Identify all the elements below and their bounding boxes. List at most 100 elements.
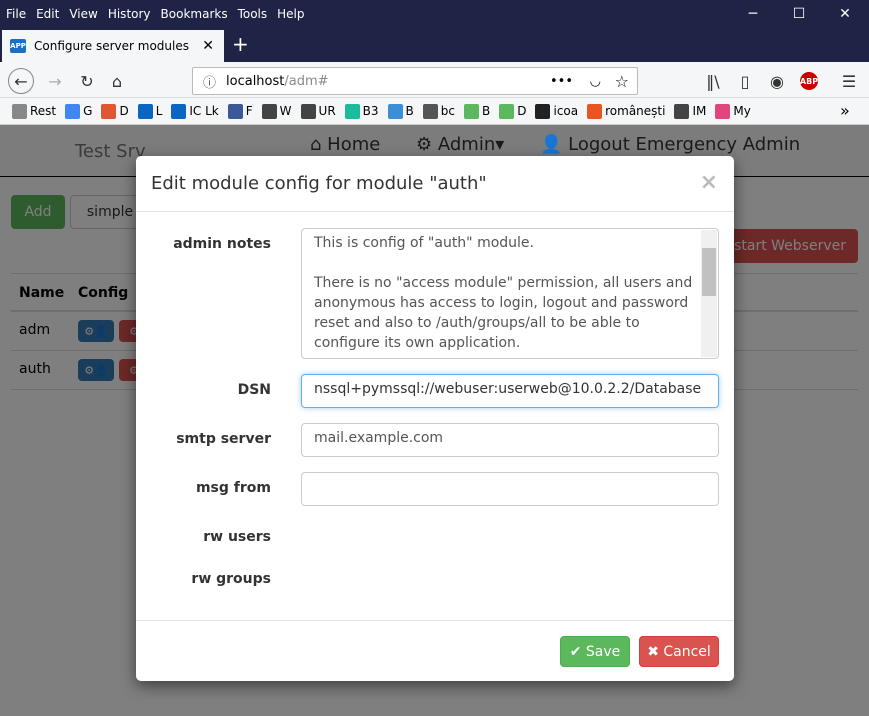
close-window-button[interactable]: ✕	[822, 0, 868, 28]
bookmark-label: UR	[318, 104, 336, 118]
more-icon[interactable]: •••	[550, 74, 573, 89]
nav-home[interactable]: ⌂ Home	[310, 135, 380, 155]
tab-close-icon[interactable]: ✕	[202, 38, 214, 54]
facebook-icon	[227, 103, 243, 119]
menu-bookmarks[interactable]: Bookmarks	[161, 7, 228, 21]
cancel-label: Cancel	[663, 643, 711, 660]
nav-logout[interactable]: 👤 Logout Emergency Admin	[540, 135, 800, 155]
bookmark-globe[interactable]: IM	[674, 103, 707, 119]
bookmarks-overflow-icon[interactable]: »	[840, 101, 850, 120]
new-tab-icon[interactable]: +	[232, 32, 249, 56]
menu-view[interactable]: View	[69, 7, 97, 21]
tab-configure[interactable]: APP Configure server modules ✕	[2, 30, 224, 62]
bookmark-label: icoa	[553, 104, 579, 118]
rw-users-label: rw users	[203, 529, 271, 545]
bookmark-b[interactable]: B	[387, 103, 414, 119]
bookmark-label: Rest	[30, 104, 57, 118]
back-icon[interactable]: ←	[8, 68, 34, 94]
globe-icon	[261, 103, 277, 119]
app-icon: APP	[10, 39, 26, 53]
nav-admin-label: Admin	[437, 134, 496, 155]
bookmark-label: D	[517, 104, 527, 118]
menu-tools[interactable]: Tools	[238, 7, 268, 21]
msg-from-input[interactable]	[301, 472, 719, 506]
b-icon	[387, 103, 403, 119]
bookmark-label: D	[119, 104, 129, 118]
reload-icon[interactable]: ↻	[74, 68, 100, 94]
bookmark-duckduckgo[interactable]: D	[101, 103, 129, 119]
tab-title: Configure server modules	[34, 39, 189, 53]
bookmark-globe[interactable]: UR	[300, 103, 336, 119]
smtp-server-input[interactable]: mail.example.com	[301, 423, 719, 457]
bookmark-label: G	[83, 104, 93, 118]
bookmark-folder[interactable]: Rest	[12, 103, 57, 119]
bookmark-google[interactable]: G	[65, 103, 93, 119]
save-button[interactable]: ✔ Save	[560, 636, 630, 667]
scrollbar[interactable]	[701, 230, 717, 357]
menu-help[interactable]: Help	[277, 7, 304, 21]
admin-notes-text: This is config of "auth" module. There is…	[314, 235, 693, 351]
bookmark-label: românești	[605, 104, 666, 118]
bookmark-w3[interactable]: D	[499, 103, 527, 119]
nav-bar: ← → ↻ ⌂ ⓘ localhost/adm# ••• ◡ ☆ ‖\ ▯ ◉ …	[0, 62, 869, 98]
bookmark-label: IC Lk	[189, 104, 219, 118]
cancel-button[interactable]: ✖ Cancel	[639, 636, 719, 667]
menu-edit[interactable]: Edit	[36, 7, 59, 21]
menu-history[interactable]: History	[108, 7, 151, 21]
bookmark-label: F	[245, 104, 253, 118]
library-icon[interactable]: ‖\	[700, 68, 726, 94]
modal-footer: ✔ Save ✖ Cancel	[136, 620, 734, 681]
info-icon[interactable]: ⓘ	[203, 72, 216, 91]
bookmark-label: W	[279, 104, 292, 118]
w3-icon	[464, 103, 479, 119]
msg-from-label: msg from	[195, 480, 271, 496]
bookmark-b3[interactable]: B3	[344, 103, 379, 119]
bookmark-label: IM	[692, 104, 707, 118]
bc-icon	[422, 103, 438, 119]
bookmark-ubuntu[interactable]: românești	[587, 103, 666, 119]
bookmark-facebook[interactable]: F	[227, 103, 253, 119]
minimize-button[interactable]: ─	[730, 0, 776, 28]
pocket-icon[interactable]: ◡	[590, 74, 601, 89]
star-icon[interactable]: ☆	[615, 72, 629, 91]
nav-logout-label: Logout Emergency Admin	[568, 134, 801, 155]
save-label: Save	[585, 643, 621, 660]
tab-bar: APP Configure server modules ✕ +	[0, 28, 869, 62]
modal-title: Edit module config for module "auth"	[136, 156, 734, 212]
menu-file[interactable]: File	[6, 7, 26, 21]
bookmark-label: L	[155, 104, 163, 118]
bookmark-linkedin[interactable]: L	[137, 103, 163, 119]
close-icon[interactable]: ×	[700, 170, 718, 195]
maximize-button[interactable]: ☐	[776, 0, 822, 28]
github-icon	[535, 103, 551, 119]
forward-icon[interactable]: →	[42, 68, 68, 94]
bookmark-label: B	[405, 104, 414, 118]
bookmark-label: bc	[440, 104, 455, 118]
bookmark-label: B	[482, 104, 491, 118]
home-icon[interactable]: ⌂	[104, 68, 130, 94]
folder-icon	[12, 103, 27, 119]
bookmarks-bar: Rest G D L IC Lk F W UR B3 Bbc B Dicoa românești IM My	[0, 98, 869, 125]
bookmark-label: B3	[362, 104, 379, 118]
bookmark-bc[interactable]: bc	[422, 103, 455, 119]
nav-admin[interactable]: ⚙ Admin▾	[416, 135, 504, 155]
account-icon[interactable]: ◉	[764, 68, 790, 94]
dsn-label: DSN	[237, 382, 271, 398]
bookmark-globe[interactable]: W	[261, 103, 292, 119]
url-bar[interactable]: ⓘ localhost/adm# ••• ◡ ☆	[192, 67, 638, 95]
rw-groups-label: rw groups	[191, 571, 271, 587]
bookmark-github[interactable]: icoa	[535, 103, 579, 119]
hamburger-menu-icon[interactable]: ☰	[836, 68, 862, 94]
bookmark-heart[interactable]: My	[715, 103, 751, 119]
bookmark-linkedin[interactable]: IC Lk	[171, 103, 219, 119]
linkedin-icon	[137, 103, 153, 119]
sidebar-icon[interactable]: ▯	[732, 68, 758, 94]
bookmark-w3[interactable]: B	[464, 103, 491, 119]
linkedin-icon	[171, 103, 187, 119]
globe-icon	[300, 103, 316, 119]
globe-icon	[674, 103, 690, 119]
admin-notes-textarea[interactable]: This is config of "auth" module. There is…	[301, 228, 719, 359]
adblock-icon[interactable]: ABP	[800, 72, 818, 90]
duckduckgo-icon	[101, 103, 117, 119]
dsn-input[interactable]: nssql+pymssql://webuser:userweb@10.0.2.2…	[301, 374, 719, 408]
